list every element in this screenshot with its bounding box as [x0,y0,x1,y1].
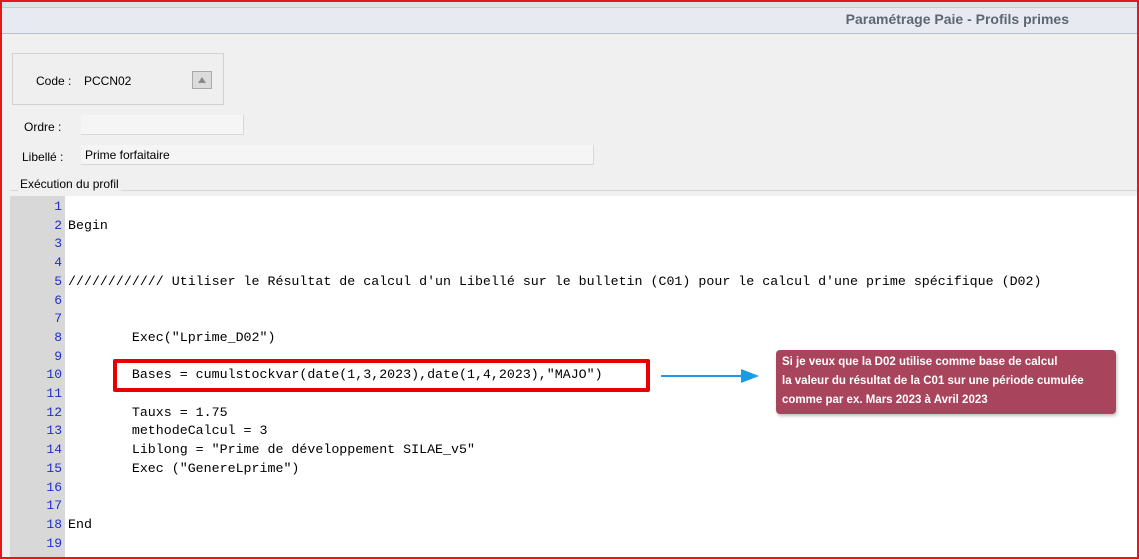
line-number: 6 [54,292,62,308]
annotation-callout: Si je veux que la D02 utilise comme base… [776,350,1116,414]
line-number: 11 [46,386,62,401]
line-number: 13 [46,423,62,439]
code-line[interactable]: methodeCalcul = 3 [68,423,268,438]
libelle-field[interactable]: Prime forfaitaire [81,145,594,165]
ordre-label: Ordre : [24,120,62,134]
code-line[interactable]: End [68,517,92,532]
line-number: 18 [46,516,62,532]
title-bar: Paramétrage Paie - Profils primes [2,8,1137,34]
line-number: 17 [46,498,62,514]
code-line[interactable]: Begin [68,218,108,233]
line-number: 7 [54,311,62,327]
line-number: 3 [54,236,62,252]
line-number: 4 [54,255,62,271]
window-title: Paramétrage Paie - Profils primes [845,11,1069,27]
line-number: 8 [54,329,62,345]
line-number: 15 [46,460,62,476]
profile-form: Code : PCCN02 Ordre : Libellé : Prime fo… [2,35,1137,557]
line-number: 1 [54,199,62,214]
section-title: Exécution du profil [18,177,121,191]
code-group: Code : PCCN02 [12,53,224,105]
line-number: 14 [46,442,62,458]
annotation-line: comme par ex. Mars 2023 à Avril 2023 [782,394,988,406]
line-number: 10 [46,367,62,383]
code-line[interactable]: Liblong = "Prime de développement SILAE_… [68,442,475,457]
code-line[interactable]: //////////// Utiliser le Résultat de cal… [68,274,1042,289]
code-field[interactable]: PCCN02 [84,74,131,88]
line-number: 12 [46,404,62,420]
annotation-line: Si je veux que la D02 utilise comme base… [782,356,1058,368]
ordre-field[interactable] [81,115,244,135]
line-number: 16 [46,479,62,495]
line-number: 9 [54,348,62,364]
triangle-up-icon [198,77,206,83]
code-lookup-button[interactable] [192,71,212,89]
line-number: 5 [54,273,62,289]
highlight-box [113,359,650,392]
code-line[interactable]: Exec ("GenereLprime") [68,461,300,476]
annotation-line: la valeur du résultat de la C01 sur une … [782,375,1084,387]
libelle-label: Libellé : [22,150,64,164]
code-line[interactable]: Tauxs = 1.75 [68,405,228,420]
line-number: 2 [54,217,62,233]
line-number: 19 [46,535,62,551]
section-divider [10,190,1137,191]
arrow-right-icon [661,369,759,383]
code-line[interactable]: Exec("Lprime_D02") [68,330,276,345]
code-label: Code : [36,74,72,88]
